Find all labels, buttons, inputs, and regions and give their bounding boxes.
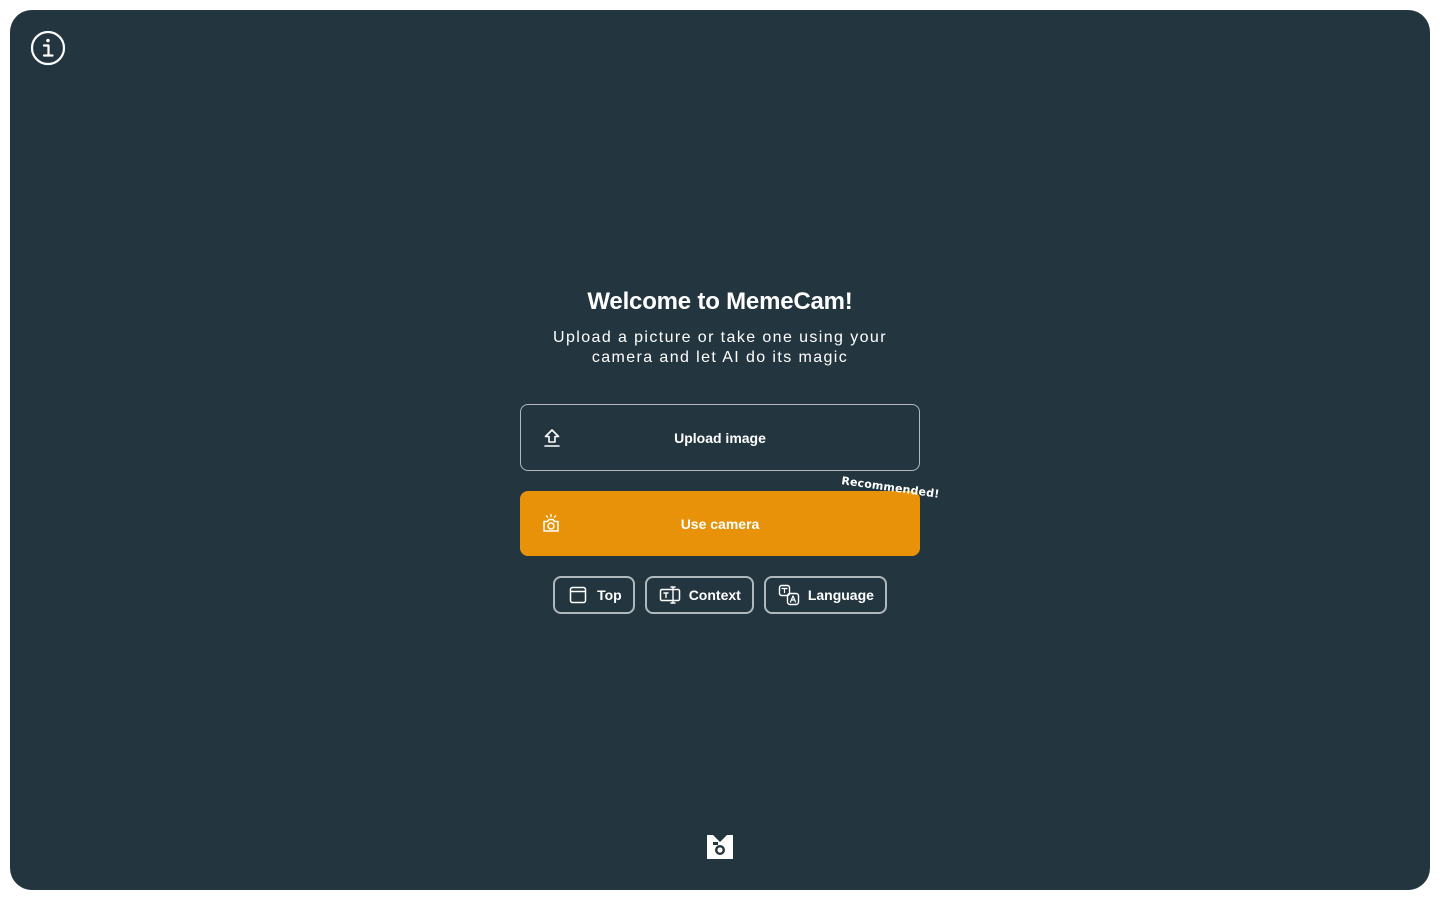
use-camera-label: Use camera bbox=[680, 515, 760, 532]
language-option-label: Language bbox=[807, 587, 874, 603]
language-option-button[interactable]: Language bbox=[763, 576, 887, 614]
upload-image-label: Upload image bbox=[674, 429, 766, 446]
text-box-icon bbox=[659, 584, 681, 606]
upload-image-button[interactable]: Upload image bbox=[520, 404, 920, 471]
page-title: Welcome to MemeCam! bbox=[587, 288, 853, 315]
page-subtitle: Upload a picture or take one using your … bbox=[553, 329, 887, 366]
app-window: Welcome to MemeCam! Upload a picture or … bbox=[10, 10, 1430, 890]
welcome-panel: Welcome to MemeCam! Upload a picture or … bbox=[520, 280, 940, 614]
memecam-logo bbox=[707, 834, 733, 860]
context-option-button[interactable]: Context bbox=[644, 576, 754, 614]
recommended-badge: Recommended! bbox=[840, 474, 941, 501]
info-icon bbox=[30, 30, 66, 66]
option-chips: Top Context Language bbox=[553, 576, 887, 614]
upload-icon bbox=[541, 427, 563, 449]
camera-icon bbox=[540, 513, 562, 535]
top-option-label: Top bbox=[597, 587, 622, 603]
info-button[interactable] bbox=[29, 29, 67, 67]
use-camera-button[interactable]: Use camera Recommended! bbox=[520, 474, 940, 556]
frame-icon bbox=[567, 584, 589, 606]
translate-icon bbox=[778, 584, 800, 606]
context-option-label: Context bbox=[688, 587, 741, 603]
top-option-button[interactable]: Top bbox=[553, 576, 635, 614]
